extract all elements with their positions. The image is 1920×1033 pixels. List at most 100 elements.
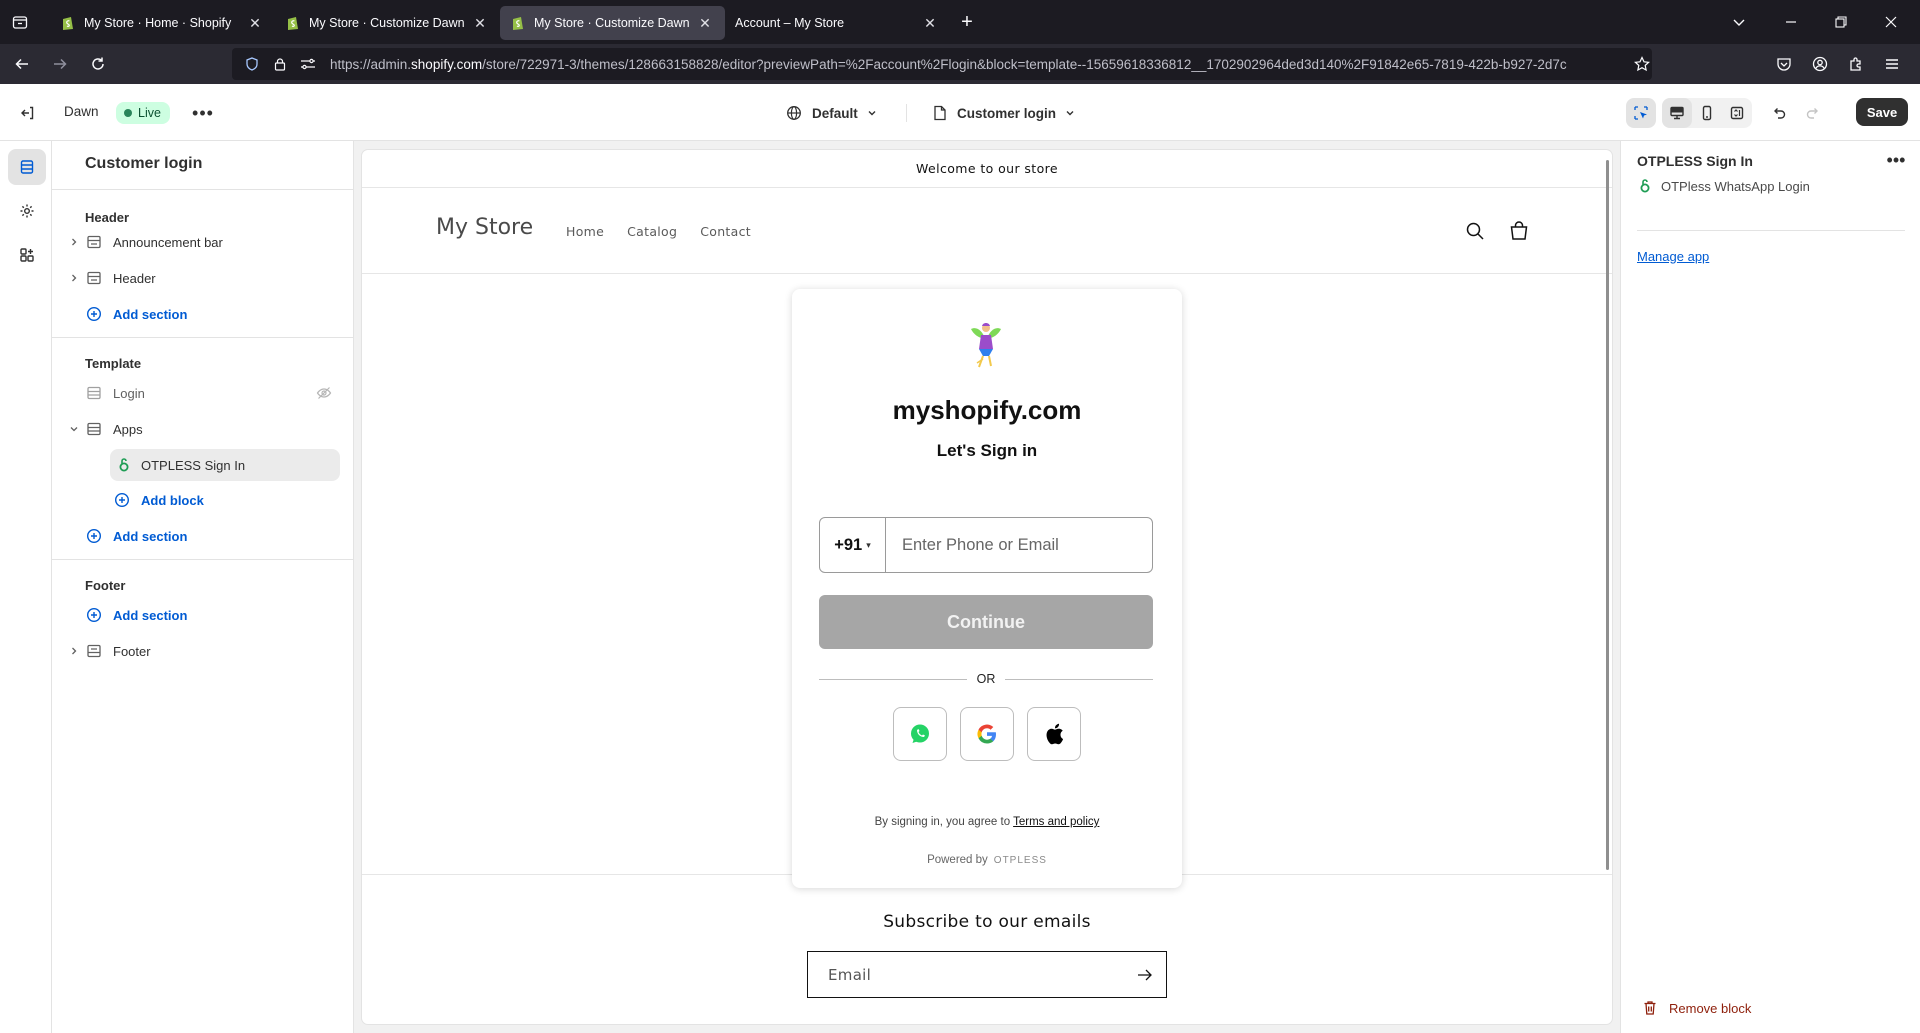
shopify-favicon-icon xyxy=(63,17,73,30)
terms-text: By signing in, you agree to Terms and po… xyxy=(792,816,1182,828)
page-selector-label: Customer login xyxy=(957,105,1057,121)
browser-tab[interactable]: My Store · Customize Dawn · Sh ✕ xyxy=(275,6,500,40)
browser-tab[interactable]: Account – My Store ✕ xyxy=(725,6,950,40)
sidebar-title: Customer login xyxy=(85,155,203,172)
minimize-icon[interactable] xyxy=(1762,0,1820,44)
chevron-right-icon[interactable] xyxy=(68,236,80,248)
menu-link-home[interactable]: Home xyxy=(566,224,604,239)
mobile-icon[interactable] xyxy=(1692,98,1722,128)
terms-link[interactable]: Terms and policy xyxy=(1013,816,1099,828)
store-header: My Store Home Catalog Contact xyxy=(362,188,1612,274)
store-logo[interactable]: My Store xyxy=(436,215,533,240)
apple-login-button[interactable] xyxy=(1027,707,1081,761)
close-icon[interactable] xyxy=(1862,0,1920,44)
menu-icon[interactable] xyxy=(1874,48,1910,80)
chevron-down-icon[interactable] xyxy=(1716,0,1762,44)
browser-tab-active[interactable]: My Store · Customize Dawn · Sh ✕ xyxy=(500,6,725,40)
google-login-button[interactable] xyxy=(960,707,1014,761)
close-icon[interactable]: ✕ xyxy=(470,13,490,33)
chevron-down-icon[interactable] xyxy=(68,423,80,435)
nav-right-tools xyxy=(1766,48,1910,80)
undo-icon[interactable] xyxy=(1764,98,1794,128)
section-icon xyxy=(86,421,102,437)
more-icon[interactable]: ••• xyxy=(1883,149,1909,171)
sections-sidebar: Customer login Header Announcement bar H… xyxy=(52,141,354,1033)
block-otpless-sign-in[interactable]: OTPLESS Sign In xyxy=(110,449,340,481)
add-circle-icon xyxy=(86,528,102,544)
add-section-button[interactable]: Add section xyxy=(52,521,353,551)
divider xyxy=(52,337,353,338)
pocket-icon[interactable] xyxy=(1766,48,1802,80)
desktop-icon[interactable] xyxy=(1662,98,1692,128)
forward-icon[interactable] xyxy=(44,48,76,80)
menu-link-catalog[interactable]: Catalog xyxy=(627,224,677,239)
continue-button[interactable]: Continue xyxy=(819,595,1153,649)
plus-icon[interactable]: + xyxy=(950,5,984,39)
section-apps[interactable]: Apps xyxy=(52,414,353,444)
back-icon[interactable] xyxy=(6,48,38,80)
search-icon[interactable] xyxy=(1462,218,1488,244)
phone-email-field[interactable]: +91 ▾ Enter Phone or Email xyxy=(819,517,1153,573)
tab-list-icon[interactable] xyxy=(0,0,40,44)
section-footer[interactable]: Footer xyxy=(52,636,353,666)
star-icon[interactable] xyxy=(1626,48,1658,80)
theme-selector[interactable]: Default xyxy=(786,99,878,127)
permissions-icon[interactable] xyxy=(296,52,320,76)
newsletter-email-input[interactable]: Email xyxy=(807,951,1167,998)
restore-icon[interactable] xyxy=(1820,0,1862,44)
section-header[interactable]: Header xyxy=(52,263,353,293)
fullscreen-icon[interactable] xyxy=(1722,98,1752,128)
lock-icon[interactable] xyxy=(268,52,292,76)
chevron-right-icon[interactable] xyxy=(68,645,80,657)
close-icon[interactable]: ✕ xyxy=(920,13,940,33)
add-circle-icon xyxy=(114,492,130,508)
sections-icon[interactable] xyxy=(8,149,46,185)
browser-tab[interactable]: My Store · Home · Shopify ✕ xyxy=(50,6,275,40)
add-block-button[interactable]: Add block xyxy=(52,485,353,515)
preview-scrollbar[interactable] xyxy=(1606,160,1609,870)
browser-tab-bar: My Store · Home · Shopify ✕ My Store · C… xyxy=(0,0,1920,44)
manage-app-link[interactable]: Manage app xyxy=(1637,249,1709,264)
remove-block-label: Remove block xyxy=(1669,1000,1752,1016)
page-icon xyxy=(934,105,946,121)
hidden-eye-icon[interactable] xyxy=(316,385,332,404)
menu-link-contact[interactable]: Contact xyxy=(700,224,751,239)
phone-placeholder: Enter Phone or Email xyxy=(902,535,1059,554)
announcement-bar: Welcome to our store xyxy=(362,150,1612,188)
redo-icon[interactable] xyxy=(1798,98,1828,128)
newsletter-title: Subscribe to our emails xyxy=(883,912,1091,932)
settings-icon[interactable] xyxy=(8,193,46,229)
close-icon[interactable]: ✕ xyxy=(695,13,715,33)
add-section-button[interactable]: Add section xyxy=(52,299,353,329)
add-block-label: Add block xyxy=(141,492,204,508)
section-announcement-bar[interactable]: Announcement bar xyxy=(52,227,353,257)
group-title-footer: Footer xyxy=(85,578,126,593)
add-section-button[interactable]: Add section xyxy=(52,600,353,630)
cart-icon[interactable] xyxy=(1506,218,1532,244)
shield-icon[interactable] xyxy=(240,52,264,76)
remove-block-button[interactable]: Remove block xyxy=(1643,1000,1751,1016)
chevron-right-icon[interactable] xyxy=(68,272,80,284)
account-icon[interactable] xyxy=(1802,48,1838,80)
url-path: /store/722971-3/themes/128663158828/edit… xyxy=(482,56,1567,72)
country-code-select[interactable]: +91 ▾ xyxy=(820,517,886,573)
section-login[interactable]: Login xyxy=(52,378,353,408)
powered-by: Powered by OTPLESS xyxy=(792,854,1182,866)
theme-more-button[interactable]: ••• xyxy=(190,100,216,126)
divider xyxy=(906,104,907,122)
apps-icon[interactable] xyxy=(8,237,46,273)
arrow-right-icon[interactable] xyxy=(1134,964,1156,986)
whatsapp-login-button[interactable] xyxy=(893,707,947,761)
extensions-icon[interactable] xyxy=(1838,48,1874,80)
inspector-icon[interactable] xyxy=(1626,98,1656,128)
or-divider: OR xyxy=(819,671,1153,687)
live-dot xyxy=(124,109,132,117)
reload-icon[interactable] xyxy=(82,48,114,80)
close-icon[interactable]: ✕ xyxy=(245,13,265,33)
page-selector[interactable]: Customer login xyxy=(933,99,1076,127)
add-circle-icon xyxy=(86,306,102,322)
exit-icon[interactable] xyxy=(16,101,40,125)
url-bar[interactable]: https://admin.shopify.com/store/722971-3… xyxy=(232,48,1652,80)
save-button[interactable]: Save xyxy=(1856,98,1908,126)
editor-tools xyxy=(1626,98,1828,128)
